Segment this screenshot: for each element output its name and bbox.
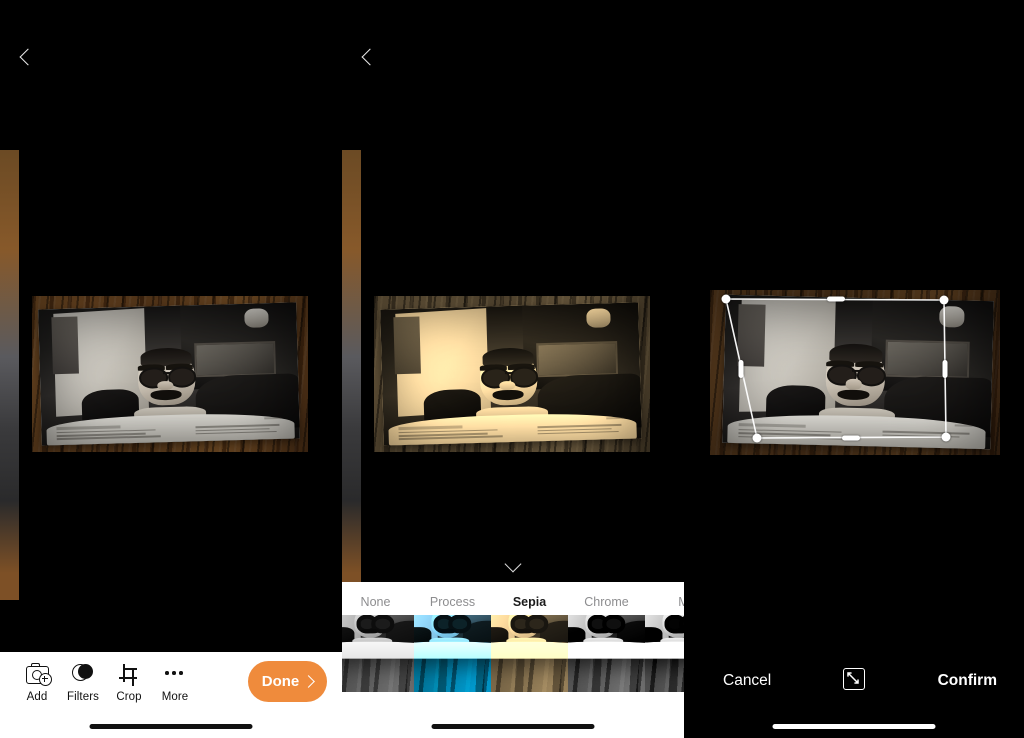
chevron-right-icon (302, 674, 316, 688)
panel-photo-editor: Add Filters Crop More Done (0, 0, 342, 738)
filter-option-chrome[interactable]: Chrome (568, 582, 645, 692)
tool-filters[interactable]: Filters (60, 662, 106, 703)
filter-label: Sepia (512, 595, 547, 609)
back-chevron-icon[interactable] (15, 48, 37, 70)
panel-crop-adjust: Cancel Confirm (684, 0, 1024, 738)
editor-toolbar: Add Filters Crop More Done (0, 652, 342, 738)
photo-preview[interactable] (32, 296, 308, 452)
crop-photo-preview[interactable] (710, 290, 1000, 455)
tool-crop[interactable]: Crop (106, 662, 152, 703)
back-chevron-icon[interactable] (357, 48, 379, 70)
filter-sheet: None Process Sepia Chrome M (342, 582, 684, 738)
crop-action-bar: Cancel Confirm (684, 646, 1024, 738)
filter-thumbnail[interactable] (414, 615, 491, 692)
filter-thumbnail[interactable] (342, 615, 414, 692)
confirm-button[interactable]: Confirm (938, 672, 997, 690)
tool-more-label: More (161, 691, 189, 703)
filter-label: Process (429, 595, 476, 609)
screenshot-root: Add Filters Crop More Done None Process … (0, 0, 1024, 738)
crop-icon (116, 662, 142, 686)
filter-option-mono[interactable]: M (645, 582, 684, 692)
filter-option-process[interactable]: Process (414, 582, 491, 692)
filter-option-none[interactable]: None (342, 582, 414, 692)
tool-crop-label: Crop (116, 691, 142, 703)
done-button[interactable]: Done (248, 661, 327, 702)
photo-preview-filtered[interactable] (374, 296, 650, 452)
ellipsis-icon (162, 662, 188, 686)
filter-option-sepia[interactable]: Sepia (491, 582, 568, 692)
filter-thumbnail[interactable] (568, 615, 645, 692)
tool-filters-label: Filters (66, 691, 99, 703)
home-indicator (89, 724, 253, 729)
adjacent-photo-strip-left[interactable] (342, 150, 361, 600)
tool-add-label: Add (26, 691, 48, 703)
expand-diagonal-icon[interactable] (843, 668, 865, 690)
camera-add-icon (24, 662, 52, 686)
home-indicator (772, 724, 936, 729)
filter-thumbnail[interactable] (645, 615, 684, 692)
adjacent-photo-strip-left[interactable] (0, 150, 19, 600)
cancel-button[interactable]: Cancel (723, 672, 771, 690)
panel-filter-picker: None Process Sepia Chrome M (342, 0, 684, 738)
tool-add[interactable]: Add (14, 662, 60, 703)
filter-thumbnail-selected[interactable] (491, 615, 568, 692)
contrast-circle-icon (70, 662, 96, 686)
tool-more[interactable]: More (152, 662, 198, 703)
filter-label: Chrome (584, 595, 629, 609)
done-label: Done (261, 673, 300, 690)
collapse-sheet-chevron-icon[interactable] (503, 558, 523, 570)
home-indicator (431, 724, 595, 729)
filter-label: None (360, 595, 391, 609)
